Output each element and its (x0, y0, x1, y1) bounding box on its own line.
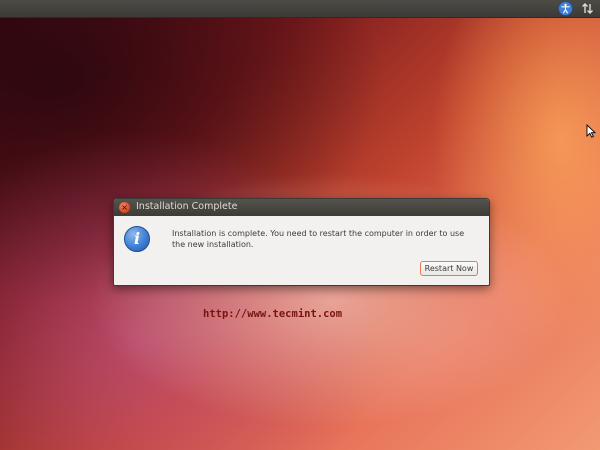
mouse-cursor-icon (586, 124, 596, 138)
accessibility-icon[interactable] (558, 1, 573, 16)
desktop-wallpaper: × Installation Complete i Installation i… (0, 0, 600, 450)
watermark-url: http://www.tecmint.com (203, 308, 343, 320)
top-panel (0, 0, 600, 18)
network-updown-icon[interactable] (580, 1, 595, 16)
restart-now-button[interactable]: Restart Now (420, 261, 478, 276)
information-icon: i (124, 226, 150, 252)
dialog-title: Installation Complete (136, 201, 238, 212)
dialog-message: Installation is complete. You need to re… (172, 229, 465, 249)
close-icon[interactable]: × (119, 202, 130, 213)
dialog-titlebar[interactable]: × Installation Complete (114, 199, 489, 216)
installation-complete-dialog: × Installation Complete i Installation i… (113, 198, 490, 286)
